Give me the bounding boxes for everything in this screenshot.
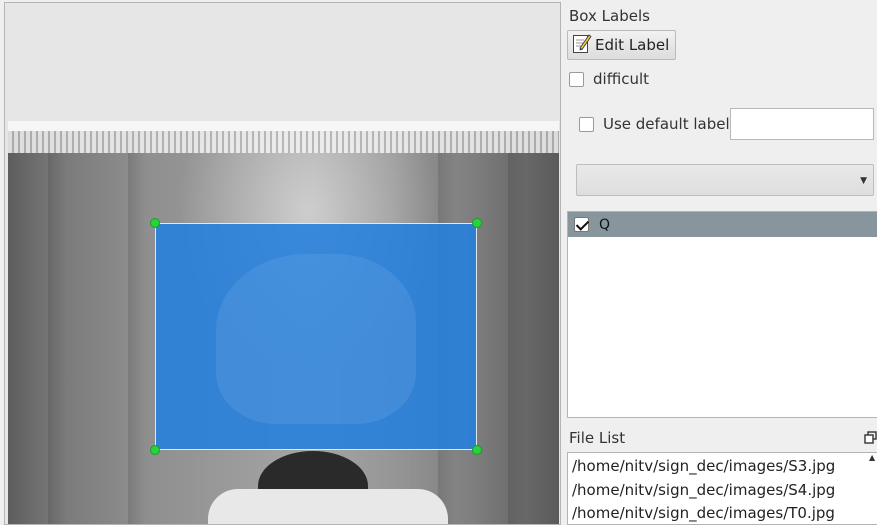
edit-label-button[interactable]: Edit Label xyxy=(567,30,676,60)
hand-region xyxy=(216,254,416,424)
bbox-handle-bottom-left[interactable] xyxy=(150,445,160,455)
file-list[interactable]: /home/nitv/sign_dec/images/S3.jpg /home/… xyxy=(567,452,877,525)
label-list[interactable]: Q xyxy=(567,211,877,418)
scroll-up-icon[interactable]: ▲ xyxy=(869,453,875,462)
curtain-fold xyxy=(128,121,146,524)
file-list-item[interactable]: /home/nitv/sign_dec/images/S4.jpg xyxy=(572,481,835,499)
file-list-title: File List xyxy=(569,429,626,447)
difficult-label: difficult xyxy=(593,70,649,88)
use-default-label-row[interactable]: Use default label xyxy=(579,115,730,133)
label-item-checkbox[interactable] xyxy=(574,217,589,232)
curtain-band xyxy=(8,121,559,131)
edit-pencil-icon xyxy=(572,32,592,58)
difficult-checkbox-row[interactable]: difficult xyxy=(569,70,649,88)
float-window-icon[interactable] xyxy=(864,430,877,444)
chevron-down-icon: ▼ xyxy=(860,176,867,186)
image-canvas[interactable] xyxy=(4,2,561,525)
file-list-item[interactable]: /home/nitv/sign_dec/images/S3.jpg xyxy=(572,457,835,475)
person-shirt xyxy=(208,489,448,524)
bbox-handle-top-left[interactable] xyxy=(150,218,160,228)
edit-label-text: Edit Label xyxy=(595,36,670,54)
difficult-checkbox[interactable] xyxy=(569,71,584,87)
use-default-label-checkbox[interactable] xyxy=(579,116,594,132)
label-item-text: Q xyxy=(599,216,611,233)
label-combo-box[interactable]: ▼ xyxy=(576,164,874,196)
curtain-fold xyxy=(508,121,526,524)
file-list-item[interactable]: /home/nitv/sign_dec/images/T0.jpg xyxy=(572,504,835,522)
bbox-handle-bottom-right[interactable] xyxy=(472,445,482,455)
use-default-label-text: Use default label xyxy=(603,115,730,133)
box-labels-title: Box Labels xyxy=(569,7,650,25)
default-label-input[interactable] xyxy=(730,108,874,140)
right-panel: Box Labels Edit Label difficult Use defa… xyxy=(563,0,877,525)
label-list-item[interactable]: Q xyxy=(568,212,877,237)
bounding-box-q[interactable] xyxy=(155,223,477,450)
bbox-handle-top-right[interactable] xyxy=(472,218,482,228)
curtain-fold xyxy=(48,121,66,524)
